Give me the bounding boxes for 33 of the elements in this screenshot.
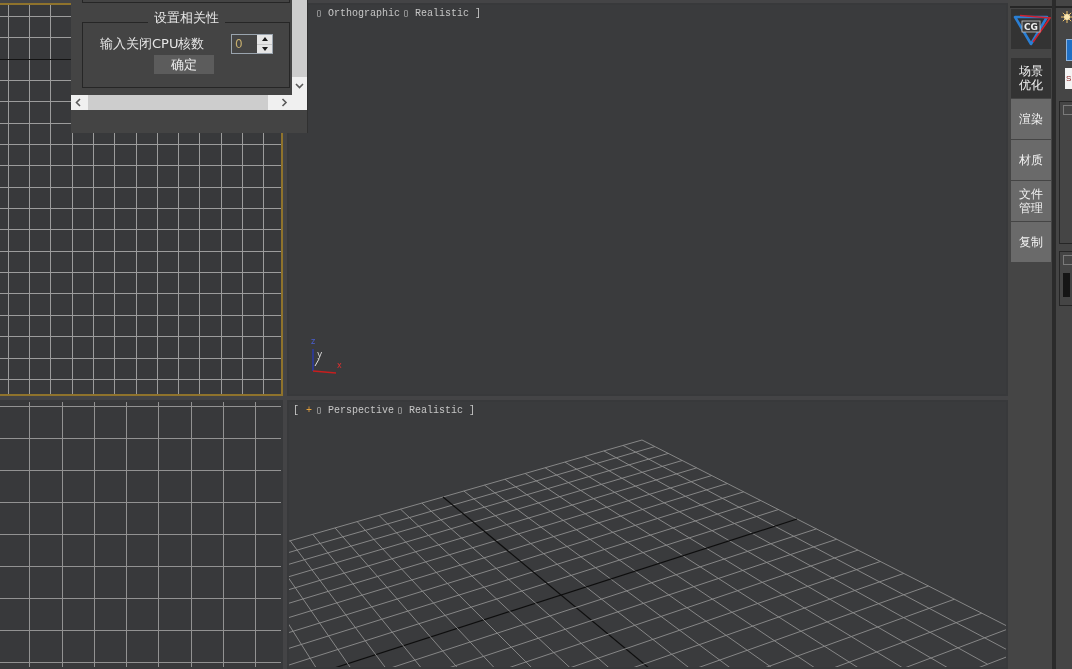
axis-label: x [337, 361, 342, 370]
collapse-toggle[interactable] [1063, 105, 1072, 115]
chevron-right-icon [281, 98, 288, 107]
list-field[interactable] [1063, 273, 1070, 297]
side-tab[interactable]: 材质 [1011, 140, 1051, 180]
bracket-text: ] [469, 405, 476, 417]
side-tab[interactable]: 文件管理 [1011, 181, 1051, 221]
name-field[interactable]: S [1065, 68, 1072, 89]
chevron-down-icon [295, 83, 304, 89]
horizontal-scrollbar[interactable] [71, 95, 292, 110]
viewport-menu-button[interactable]: + [306, 405, 316, 417]
chevron-left-icon [75, 98, 82, 107]
bracket-text: [ [293, 405, 300, 417]
side-tab[interactable]: 复制 [1011, 222, 1051, 262]
bracket-text: ] [475, 8, 482, 20]
sun-icon [1061, 11, 1072, 23]
collapse-toggle[interactable] [1063, 255, 1072, 265]
axis-label: y [317, 349, 323, 359]
toolbar-button[interactable] [1066, 39, 1072, 61]
logo-icon: CG [1011, 9, 1051, 49]
side-tab[interactable]: 渲染 [1011, 99, 1051, 139]
scroll-thumb[interactable] [88, 95, 268, 110]
view-mode-menu[interactable]: ▯ Orthographic [316, 8, 401, 20]
group-title: 设置相关性 [152, 10, 220, 27]
side-tab[interactable]: 场景优化 [1011, 58, 1051, 98]
axis-label: z [311, 337, 316, 346]
view-mode-menu[interactable]: ▯ Perspective [316, 405, 395, 417]
scroll-thumb[interactable] [292, 0, 307, 77]
shading-mode-menu[interactable]: ▯ Realistic [397, 405, 464, 417]
shading-mode-menu[interactable]: ▯ Realistic [403, 8, 470, 20]
cpu-count-label: 输入关闭CPU核数 [100, 36, 205, 52]
confirm-button[interactable]: 确定 [154, 55, 214, 74]
axis-gizmo-drawing [312, 348, 337, 374]
